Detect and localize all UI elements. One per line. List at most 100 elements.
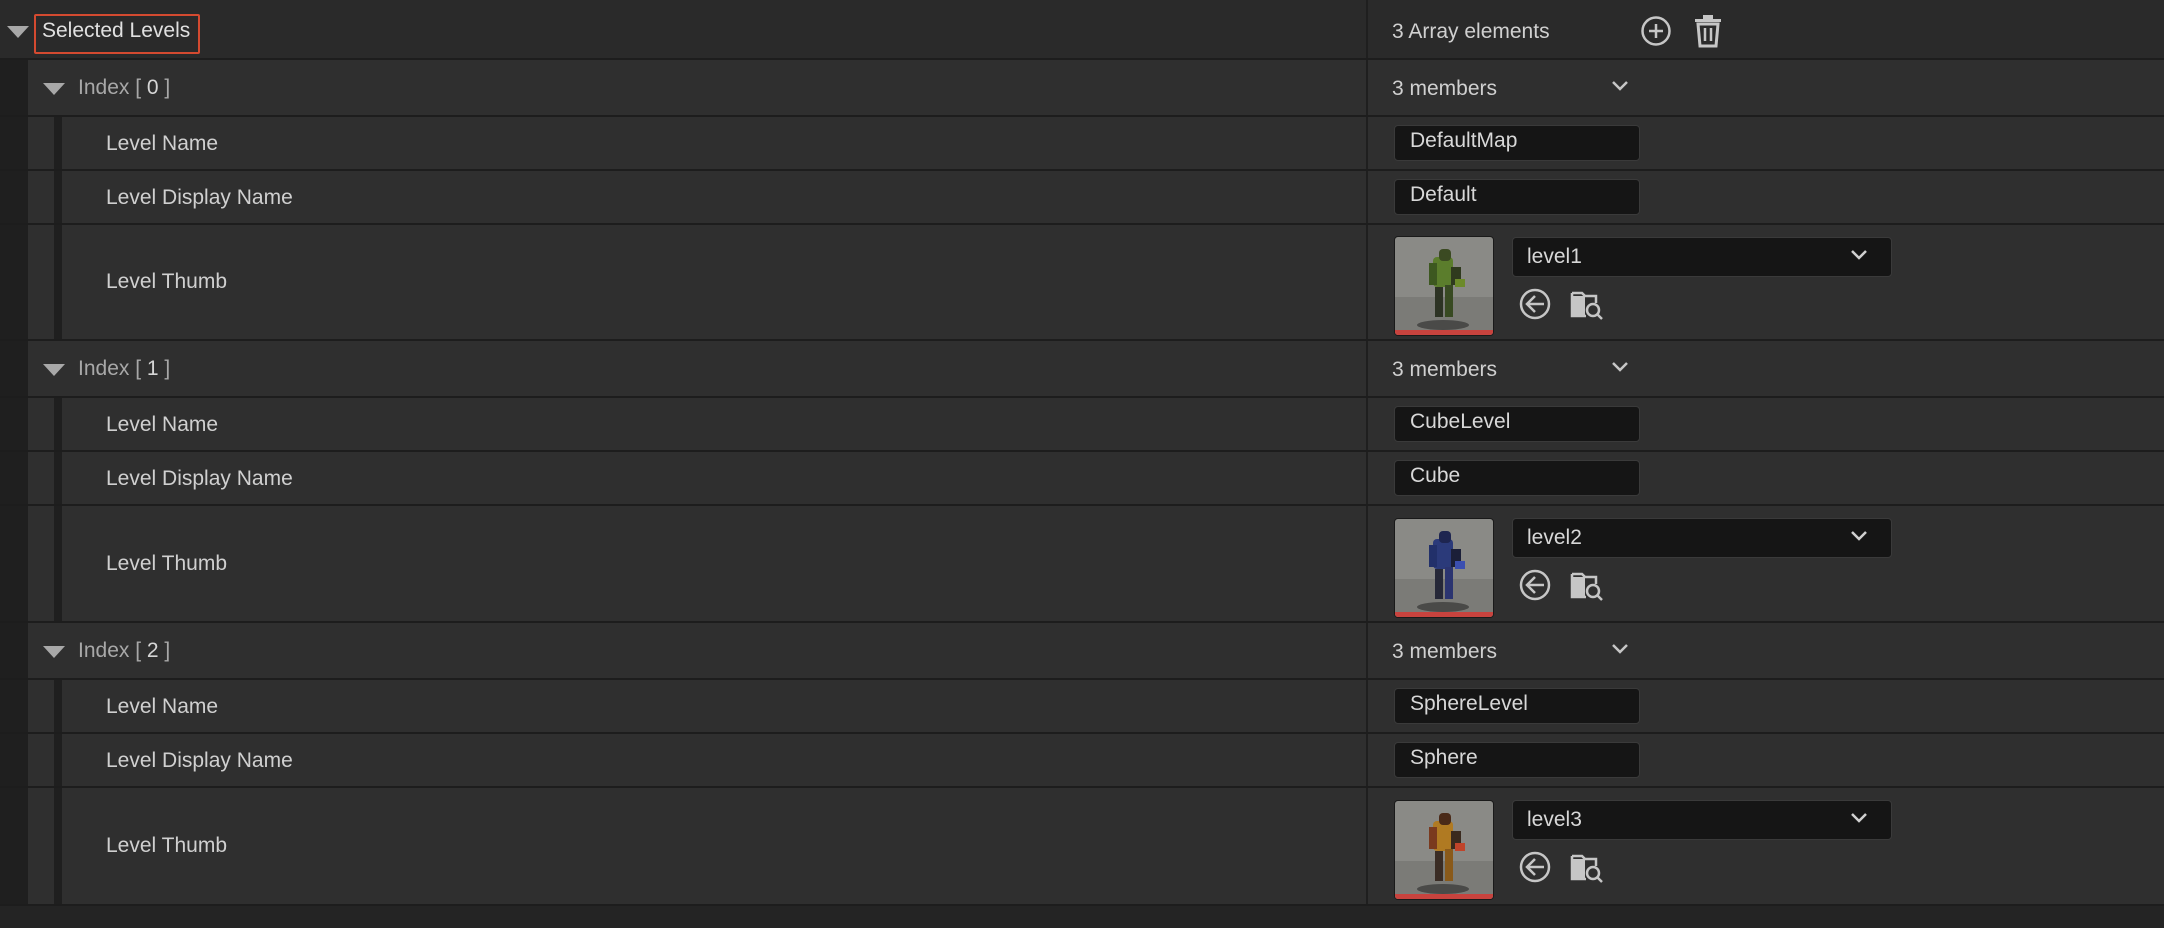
asset-thumbnail[interactable] [1394, 800, 1494, 900]
property-label: Level Name [106, 132, 219, 155]
indent-guide [0, 60, 28, 117]
folder-search-icon [1570, 854, 1603, 883]
level-name-input[interactable]: DefaultMap [1394, 125, 1640, 161]
row-separator [0, 904, 2164, 906]
asset-picker-combo[interactable]: level2 [1512, 518, 1892, 558]
use-selected-asset-button[interactable] [1518, 287, 1552, 321]
property-label: Level Name [106, 695, 219, 718]
index-name-cell: Index [ 1 ] [0, 341, 1366, 398]
property-label: Level Thumb [106, 270, 228, 293]
clear-array-button[interactable] [1692, 14, 1724, 48]
indent-guide [54, 788, 62, 906]
collapse-triangle-icon[interactable] [7, 26, 29, 38]
index-value-cell: 3 members [1368, 341, 2164, 398]
browse-to-asset-button[interactable] [1570, 850, 1604, 884]
index-label: Index [ 0 ] [78, 76, 171, 99]
level-display-name-input[interactable]: Cube [1394, 460, 1640, 496]
property-value-cell: Default [1368, 171, 2164, 225]
index-value: 0 [146, 76, 159, 99]
thumbnail-asset-bar [1395, 612, 1493, 617]
collapse-triangle-icon[interactable] [43, 83, 65, 95]
chevron-down-icon [1612, 81, 1628, 91]
add-circle-icon [1641, 16, 1671, 46]
character-thumbnail-image [1395, 237, 1493, 335]
index-name-cell: Index [ 2 ] [0, 623, 1366, 680]
indent-guide [0, 225, 28, 341]
indent-guide [0, 734, 28, 788]
collapse-triangle-icon[interactable] [43, 646, 65, 658]
property-value-cell: Sphere [1368, 734, 2164, 788]
property-name-cell: Level Display Name [0, 734, 1366, 788]
property-name-cell: Level Name [0, 680, 1366, 734]
property-value-cell: SphereLevel [1368, 680, 2164, 734]
property-row-level-name: Level Name DefaultMap [0, 117, 2164, 171]
details-panel: Selected Levels 3 Array elements Index [… [0, 0, 2164, 928]
indent-guide [0, 788, 28, 906]
asset-picker-combo[interactable]: level1 [1512, 237, 1892, 277]
property-name-cell: Level Display Name [0, 452, 1366, 506]
trash-icon [1695, 15, 1721, 48]
property-name-cell: Level Name [0, 398, 1366, 452]
use-selected-arrow-icon [1519, 288, 1551, 320]
property-row-level-thumb: Level Thumb level3 [0, 788, 2164, 906]
property-row-level-thumb: Level Thumb level1 [0, 225, 2164, 341]
indent-guide [0, 398, 28, 452]
index-value: 1 [146, 357, 159, 380]
asset-thumbnail[interactable] [1394, 518, 1494, 618]
asset-picker-value: level3 [1527, 808, 1582, 831]
indent-guide [0, 117, 28, 171]
property-label: Level Thumb [106, 834, 228, 857]
thumbnail-asset-bar [1395, 330, 1493, 335]
use-selected-asset-button[interactable] [1518, 568, 1552, 602]
collapse-triangle-icon[interactable] [43, 364, 65, 376]
indent-guide [54, 171, 62, 225]
property-label: Level Display Name [106, 186, 293, 209]
members-dropdown-button[interactable] [1610, 79, 1630, 93]
add-element-button[interactable] [1640, 15, 1672, 47]
property-row-level-name: Level Name SphereLevel [0, 680, 2164, 734]
indent-guide [54, 452, 62, 506]
members-dropdown-button[interactable] [1610, 642, 1630, 656]
index-text: Index [78, 357, 130, 380]
character-thumbnail-image [1395, 519, 1493, 617]
level-name-input[interactable]: CubeLevel [1394, 406, 1640, 442]
chevron-down-icon [1612, 644, 1628, 654]
indent-guide [0, 623, 28, 680]
indent-guide [0, 341, 28, 398]
property-row-level-display-name: Level Display Name Sphere [0, 734, 2164, 788]
indent-guide [54, 680, 62, 734]
property-name-cell: Level Display Name [0, 171, 1366, 225]
use-selected-asset-button[interactable] [1518, 850, 1552, 884]
index-label: Index [ 1 ] [78, 357, 171, 380]
property-label: Level Display Name [106, 749, 293, 772]
members-summary: 3 members [1392, 640, 1498, 663]
index-value-cell: 3 members [1368, 623, 2164, 680]
property-row-level-display-name: Level Display Name Cube [0, 452, 2164, 506]
browse-to-asset-button[interactable] [1570, 568, 1604, 602]
property-value-cell: level2 [1368, 506, 2164, 623]
members-dropdown-button[interactable] [1610, 360, 1630, 374]
browse-to-asset-button[interactable] [1570, 287, 1604, 321]
property-label: Level Thumb [106, 552, 228, 575]
level-display-name-input[interactable]: Default [1394, 179, 1640, 215]
indent-guide [54, 506, 62, 623]
index-label: Index [ 2 ] [78, 639, 171, 662]
property-label: Level Display Name [106, 467, 293, 490]
chevron-down-icon [1612, 362, 1628, 372]
array-index-row: Index [ 0 ] 3 members [0, 60, 2164, 117]
property-row-level-thumb: Level Thumb level2 [0, 506, 2164, 623]
index-text: Index [78, 76, 130, 99]
indent-guide [0, 680, 28, 734]
members-summary: 3 members [1392, 77, 1498, 100]
indent-guide [0, 506, 28, 623]
property-value-cell: level1 [1368, 225, 2164, 341]
level-name-input[interactable]: SphereLevel [1394, 688, 1640, 724]
array-index-row: Index [ 2 ] 3 members [0, 623, 2164, 680]
property-label: Level Name [106, 413, 219, 436]
asset-picker-combo[interactable]: level3 [1512, 800, 1892, 840]
level-display-name-input[interactable]: Sphere [1394, 742, 1640, 778]
asset-picker-value: level2 [1527, 526, 1582, 549]
use-selected-arrow-icon [1519, 569, 1551, 601]
members-summary: 3 members [1392, 358, 1498, 381]
asset-thumbnail[interactable] [1394, 236, 1494, 336]
